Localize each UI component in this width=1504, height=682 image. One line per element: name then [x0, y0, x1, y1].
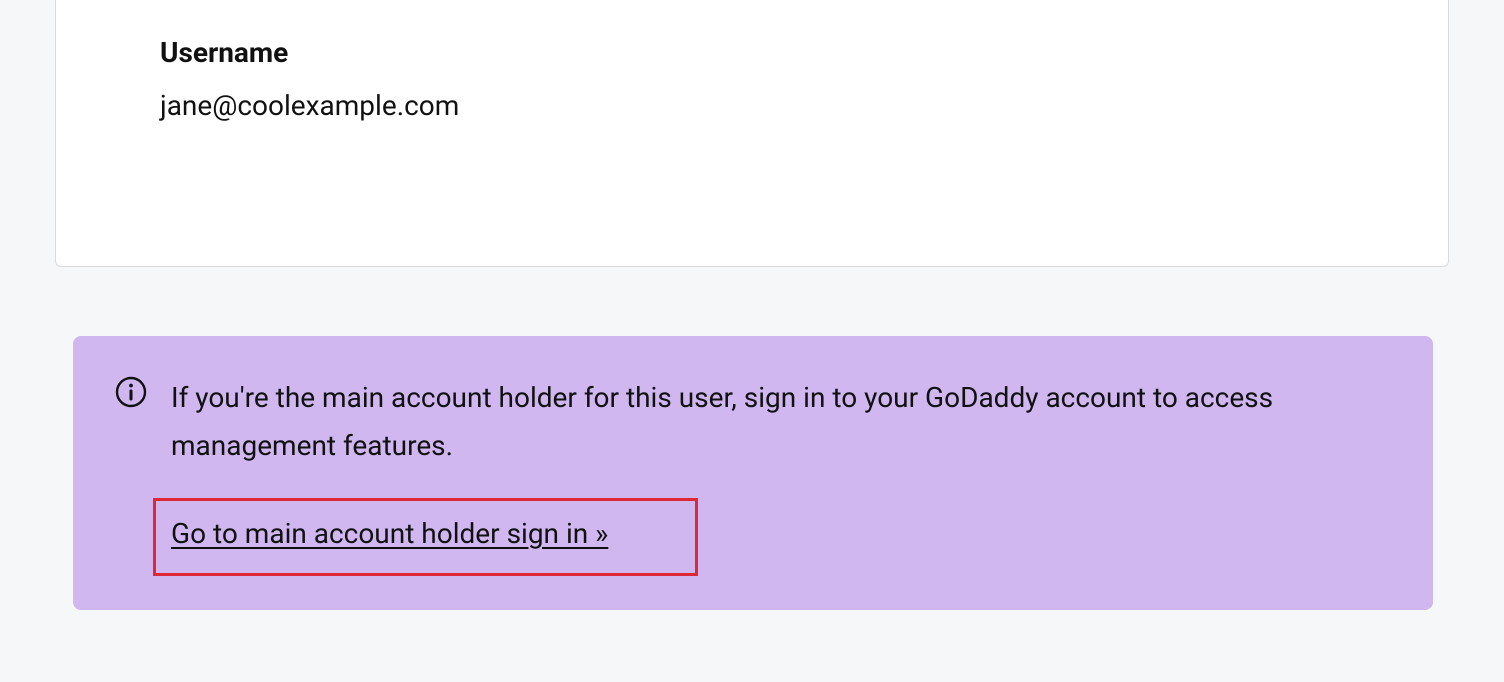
username-value: jane@coolexample.com — [160, 89, 1448, 122]
info-message: If you're the main account holder for th… — [171, 374, 1331, 469]
info-icon — [115, 376, 147, 412]
user-info-card: Username jane@coolexample.com — [55, 0, 1449, 267]
main-account-signin-link[interactable]: Go to main account holder sign in » — [171, 517, 608, 550]
username-label: Username — [160, 36, 1448, 69]
info-banner: If you're the main account holder for th… — [73, 336, 1433, 610]
info-row: If you're the main account holder for th… — [115, 374, 1391, 469]
